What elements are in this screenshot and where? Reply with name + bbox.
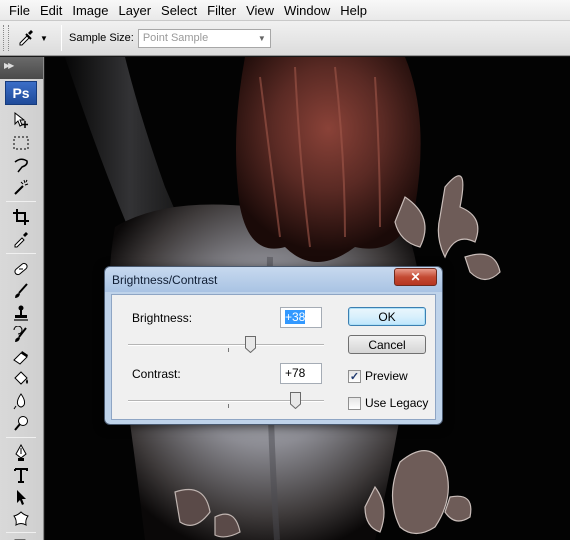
contrast-label: Contrast: [132,367,181,381]
paint-bucket-icon[interactable] [10,368,32,390]
brightness-input-value: +38 [285,310,306,324]
type-tool-icon[interactable] [10,464,32,486]
menu-help[interactable]: Help [335,0,372,21]
toolbox-divider [6,253,36,254]
checkbox-icon: ✓ [348,369,361,383]
clone-stamp-icon[interactable] [10,302,32,324]
menu-select[interactable]: Select [156,0,202,21]
photoshop-logo[interactable]: Ps [5,81,37,105]
menu-file[interactable]: File [4,0,35,21]
eyedropper-icon [17,28,35,49]
options-bar: ▼ Sample Size: Point Sample ▼ [0,21,570,56]
marquee-tool-icon[interactable] [10,132,32,154]
sample-size-label: Sample Size: [69,32,134,44]
close-button[interactable]: ✕ [394,268,437,286]
blur-tool-icon[interactable] [10,390,32,412]
eyedropper-icon[interactable] [10,228,32,250]
notes-tool-icon[interactable] [10,536,32,540]
use-legacy-checkbox[interactable]: Use Legacy [348,396,428,410]
dodge-tool-icon[interactable] [10,412,32,434]
menu-layer[interactable]: Layer [114,0,157,21]
menu-edit[interactable]: Edit [35,0,67,21]
dialog-title: Brightness/Contrast [112,273,218,287]
brightness-contrast-dialog: Brightness/Contrast ✕ Brightness: +38 Co… [104,266,443,425]
menu-bar: File Edit Image Layer Select Filter View… [0,0,570,21]
options-bar-grip[interactable] [3,25,9,51]
toolbox-divider [6,437,36,438]
menu-filter[interactable]: Filter [202,0,241,21]
history-brush-icon[interactable] [10,324,32,346]
brush-tool-icon[interactable] [10,280,32,302]
ok-button[interactable]: OK [348,307,426,326]
move-tool-icon[interactable] [10,109,32,131]
lasso-tool-icon[interactable] [10,154,32,176]
tool-preset-picker[interactable]: ▼ [17,25,57,51]
healing-brush-icon[interactable] [10,258,32,280]
toolbox: ▶▶ Ps [0,57,44,540]
cancel-button[interactable]: Cancel [348,335,426,354]
toolbox-divider [6,201,36,202]
contrast-center-tick [228,404,229,408]
contrast-input[interactable]: +78 [280,363,322,384]
contrast-slider-thumb[interactable] [289,392,301,410]
brightness-label: Brightness: [132,311,193,325]
sample-size-select[interactable]: Point Sample ▼ [137,28,271,48]
chevron-down-icon: ▼ [257,33,266,43]
brightness-track[interactable] [128,344,324,346]
preview-label: Preview [365,369,408,383]
brightness-center-tick [228,348,229,352]
brightness-slider-thumb[interactable] [245,336,257,354]
custom-shape-icon[interactable] [10,508,32,530]
crop-tool-icon[interactable] [10,206,32,228]
menu-window[interactable]: Window [279,0,335,21]
eraser-icon[interactable] [10,346,32,368]
options-divider [61,25,62,51]
double-arrow-icon[interactable]: ▶▶ [4,61,14,70]
sample-size-value: Point Sample [142,32,209,44]
path-selection-icon[interactable] [10,486,32,508]
menu-image[interactable]: Image [67,0,113,21]
magic-wand-icon[interactable] [10,176,32,198]
use-legacy-label: Use Legacy [365,396,429,410]
pen-tool-icon[interactable] [10,442,32,464]
checkbox-icon [348,396,361,410]
preview-checkbox[interactable]: ✓ Preview [348,369,408,383]
brightness-input[interactable]: +38 [280,307,322,328]
toolbox-header[interactable]: ▶▶ [0,57,43,79]
dialog-body: Brightness: +38 Contrast: +78 OK Cancel … [111,294,436,420]
toolbox-divider [6,532,36,533]
chevron-down-icon: ▼ [40,33,48,43]
menu-view[interactable]: View [241,0,279,21]
